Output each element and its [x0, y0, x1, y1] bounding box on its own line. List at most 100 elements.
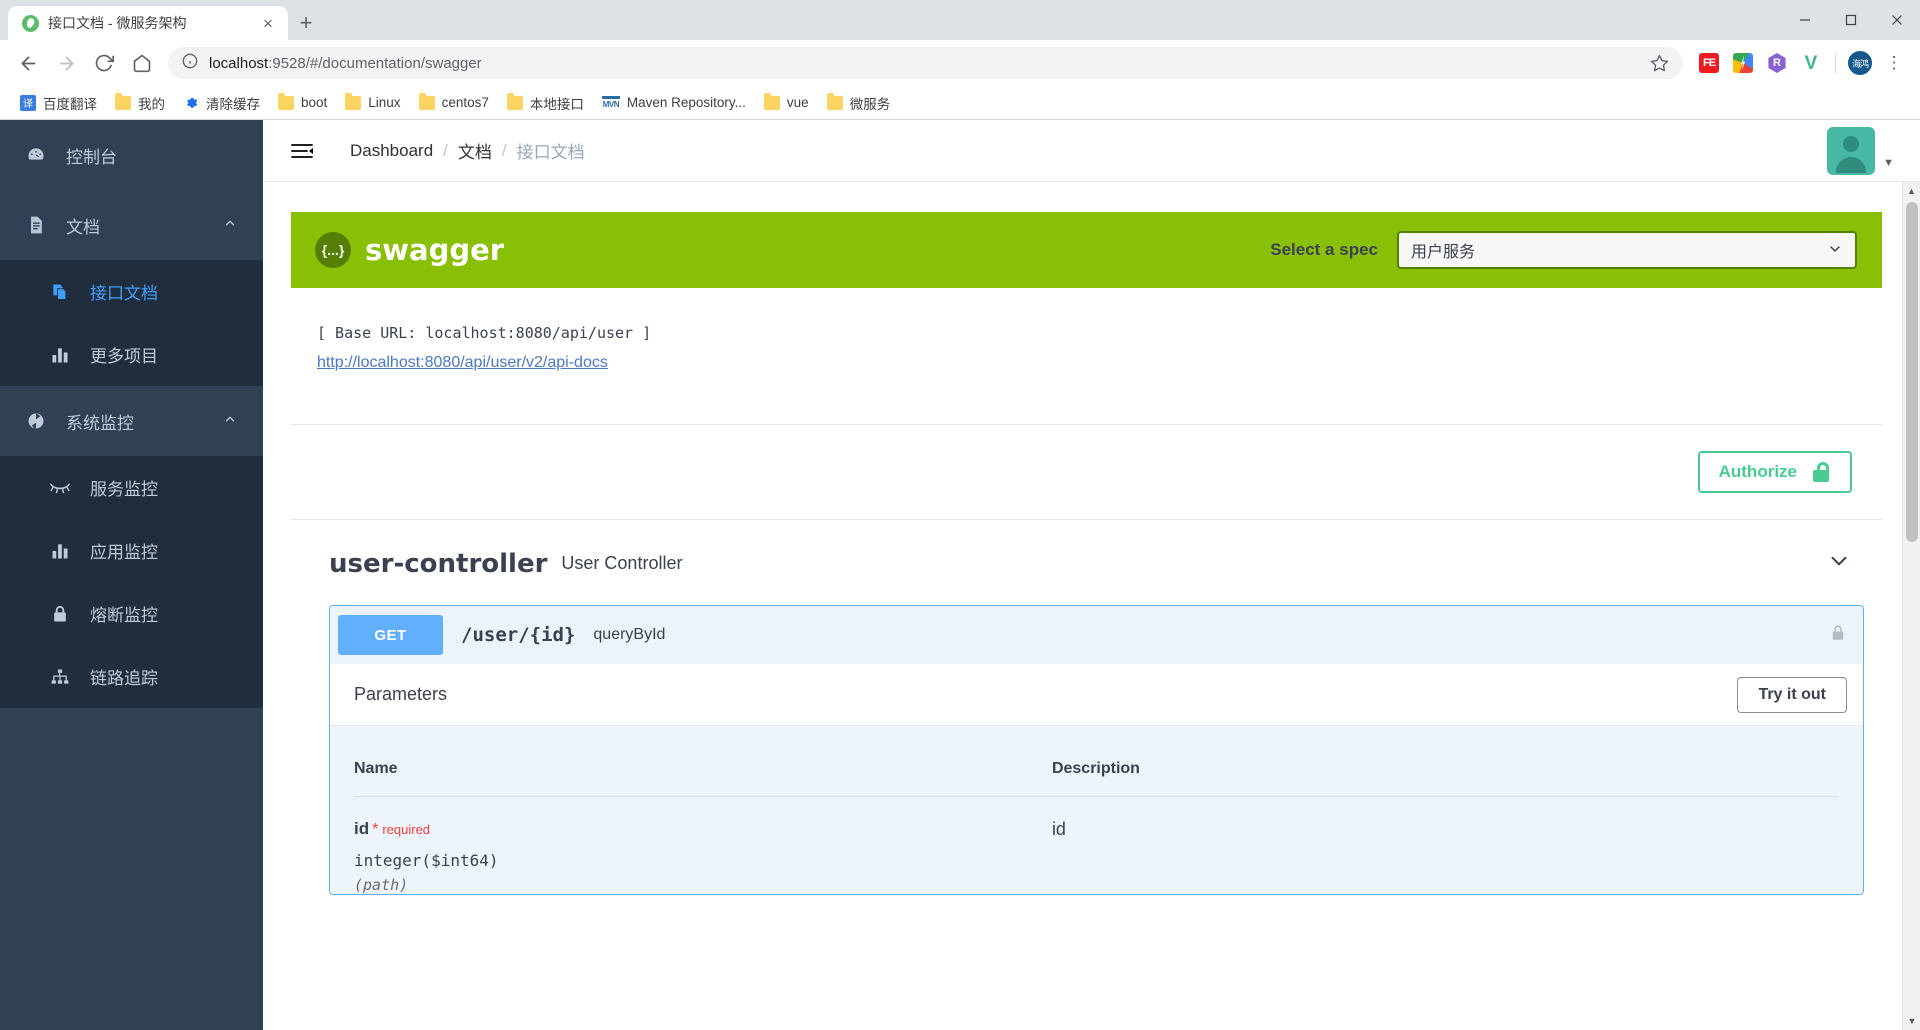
sidebar-item-circuit-monitor[interactable]: 熔断监控 [0, 582, 263, 645]
tab-strip: 接口文档 - 微服务架构 × + [0, 0, 1920, 40]
toolbar-divider [1835, 53, 1836, 73]
sidebar-item-label: 系统监控 [66, 413, 134, 433]
vue-devtools-icon[interactable]: V [1795, 47, 1827, 79]
monitor-icon [24, 411, 48, 431]
lock-icon [48, 604, 72, 624]
chart-bar-icon [48, 541, 72, 561]
sidebar-item-more-projects[interactable]: 更多项目 [0, 323, 263, 386]
flash-extension-icon[interactable] [1727, 47, 1759, 79]
table-row: id * required integer($int64) (path) id [354, 797, 1839, 895]
bookmark-item[interactable]: 本地接口 [499, 89, 592, 117]
scrollbar-thumb[interactable] [1906, 202, 1918, 542]
folder-icon [345, 92, 362, 110]
sidebar-item-service-monitor[interactable]: 服务监控 [0, 456, 263, 519]
tag-header[interactable]: user-controller User Controller [291, 520, 1882, 605]
swagger-mark-icon: {...} [315, 232, 351, 268]
avatar[interactable] [1827, 126, 1876, 175]
sidebar-item-trace[interactable]: 链路追踪 [0, 645, 263, 708]
http-method-badge: GET [338, 615, 443, 655]
bookmark-item[interactable]: 译 百度翻译 [12, 89, 105, 117]
breadcrumb-separator: / [443, 140, 448, 160]
required-star: * [372, 821, 379, 838]
sidebar-item-system-monitor[interactable]: 系统监控 [0, 386, 263, 456]
r-extension-icon[interactable]: R [1761, 47, 1793, 79]
sidebar-item-label: 更多项目 [90, 347, 158, 366]
browser-window: 接口文档 - 微服务架构 × + localhost:9528/#/docume… [0, 0, 1920, 1030]
bookmark-item[interactable]: centos7 [411, 91, 497, 114]
scroll-down-arrow[interactable]: ▼ [1903, 1012, 1920, 1030]
lock-icon[interactable] [1829, 623, 1847, 648]
parameters-table: Name Description id * required integer($… [354, 748, 1839, 894]
spec-selector-area: Select a spec 用户服务 [1270, 231, 1857, 269]
parameter-type: integer($int64) [354, 851, 499, 870]
bookmark-item[interactable]: vue [756, 91, 817, 114]
app-topbar: Dashboard / 文档 / 接口文档 ▼ [263, 120, 1920, 182]
bookmark-item[interactable]: boot [270, 91, 335, 114]
chevron-down-icon[interactable]: ▼ [1883, 157, 1894, 169]
scroll-up-arrow[interactable]: ▲ [1903, 182, 1920, 200]
required-label: required [382, 822, 431, 837]
maven-icon: MVN [601, 95, 620, 110]
parameter-in: (path) [354, 876, 409, 894]
fe-extension-icon[interactable]: FE [1693, 47, 1725, 79]
unlock-icon [1813, 462, 1831, 482]
back-arrow-icon[interactable] [10, 45, 46, 81]
tag-name: user-controller [329, 548, 548, 579]
maximize-icon[interactable] [1828, 0, 1874, 40]
gear-icon [183, 95, 199, 111]
chevron-down-icon[interactable] [1826, 548, 1852, 579]
sidebar-submenu-monitor: 服务监控 应用监控 熔断监控 链路追踪 [0, 456, 263, 708]
parameters-table-wrap: Name Description id * required integer($… [330, 726, 1863, 894]
bookmark-star-icon[interactable] [1650, 54, 1669, 73]
info-circle-icon[interactable] [182, 53, 198, 74]
navigation-toolbar: localhost:9528/#/documentation/swagger F… [0, 40, 1920, 86]
sidebar-item-app-monitor[interactable]: 应用监控 [0, 519, 263, 582]
window-close-icon[interactable] [1874, 0, 1920, 40]
address-bar[interactable]: localhost:9528/#/documentation/swagger [168, 47, 1683, 79]
bookmark-item[interactable]: MVN Maven Repository... [594, 91, 754, 114]
sidebar-item-dashboard[interactable]: 控制台 [0, 120, 263, 190]
dashboard-icon [24, 145, 48, 165]
bookmark-item[interactable]: Linux [337, 91, 408, 114]
authorize-button[interactable]: Authorize [1697, 451, 1852, 493]
vue-favicon [22, 14, 39, 32]
browser-tab[interactable]: 接口文档 - 微服务架构 × [8, 6, 288, 40]
swagger-logo[interactable]: {...} swagger [315, 232, 504, 268]
minimize-icon[interactable] [1782, 0, 1828, 40]
chevron-up-icon [223, 411, 237, 431]
parameter-description-cell: id [1052, 797, 1839, 895]
bookmark-item[interactable]: 清除缓存 [175, 89, 268, 117]
sidebar-item-documents[interactable]: 文档 [0, 190, 263, 260]
chevron-up-icon [223, 215, 237, 235]
folder-icon [418, 92, 435, 110]
document-icon [24, 215, 48, 235]
reload-icon[interactable] [86, 45, 122, 81]
breadcrumb-item-documents[interactable]: 文档 [458, 138, 492, 163]
try-it-out-button[interactable]: Try it out [1737, 676, 1847, 713]
breadcrumb-item-dashboard[interactable]: Dashboard [350, 141, 433, 161]
api-docs-link[interactable]: http://localhost:8080/api/user/v2/api-do… [317, 354, 608, 372]
new-tab-button[interactable]: + [288, 6, 324, 40]
user-menu[interactable]: ▼ [1827, 126, 1894, 175]
operation-path: /user/{id} [461, 624, 576, 646]
window-controls [1782, 0, 1920, 40]
spec-select[interactable]: 用户服务 [1397, 231, 1857, 269]
vertical-scrollbar[interactable]: ▲ ▼ [1902, 182, 1920, 1030]
home-icon[interactable] [124, 45, 160, 81]
column-header-description: Description [1051, 748, 1839, 797]
sidebar-item-api-doc[interactable]: 接口文档 [0, 260, 263, 323]
bookmark-item[interactable]: 我的 [107, 89, 173, 117]
sidebar-item-label: 接口文档 [90, 284, 158, 303]
forward-arrow-icon[interactable] [48, 45, 84, 81]
operation-summary-row[interactable]: GET /user/{id} queryById [330, 606, 1863, 664]
bookmark-item[interactable]: 微服务 [819, 89, 899, 117]
tree-icon [48, 667, 72, 687]
close-icon[interactable]: × [258, 13, 278, 33]
tag-section-user-controller: user-controller User Controller GET /use… [291, 519, 1882, 895]
hamburger-collapse-icon[interactable] [291, 142, 313, 160]
sidebar-submenu-documents: 接口文档 更多项目 [0, 260, 263, 386]
spec-select-value: 用户服务 [1411, 244, 1476, 261]
browser-menu-icon[interactable]: ⋮ [1878, 47, 1910, 79]
profile-avatar[interactable]: 海鸿 [1844, 47, 1876, 79]
tag-description: User Controller [561, 553, 683, 573]
